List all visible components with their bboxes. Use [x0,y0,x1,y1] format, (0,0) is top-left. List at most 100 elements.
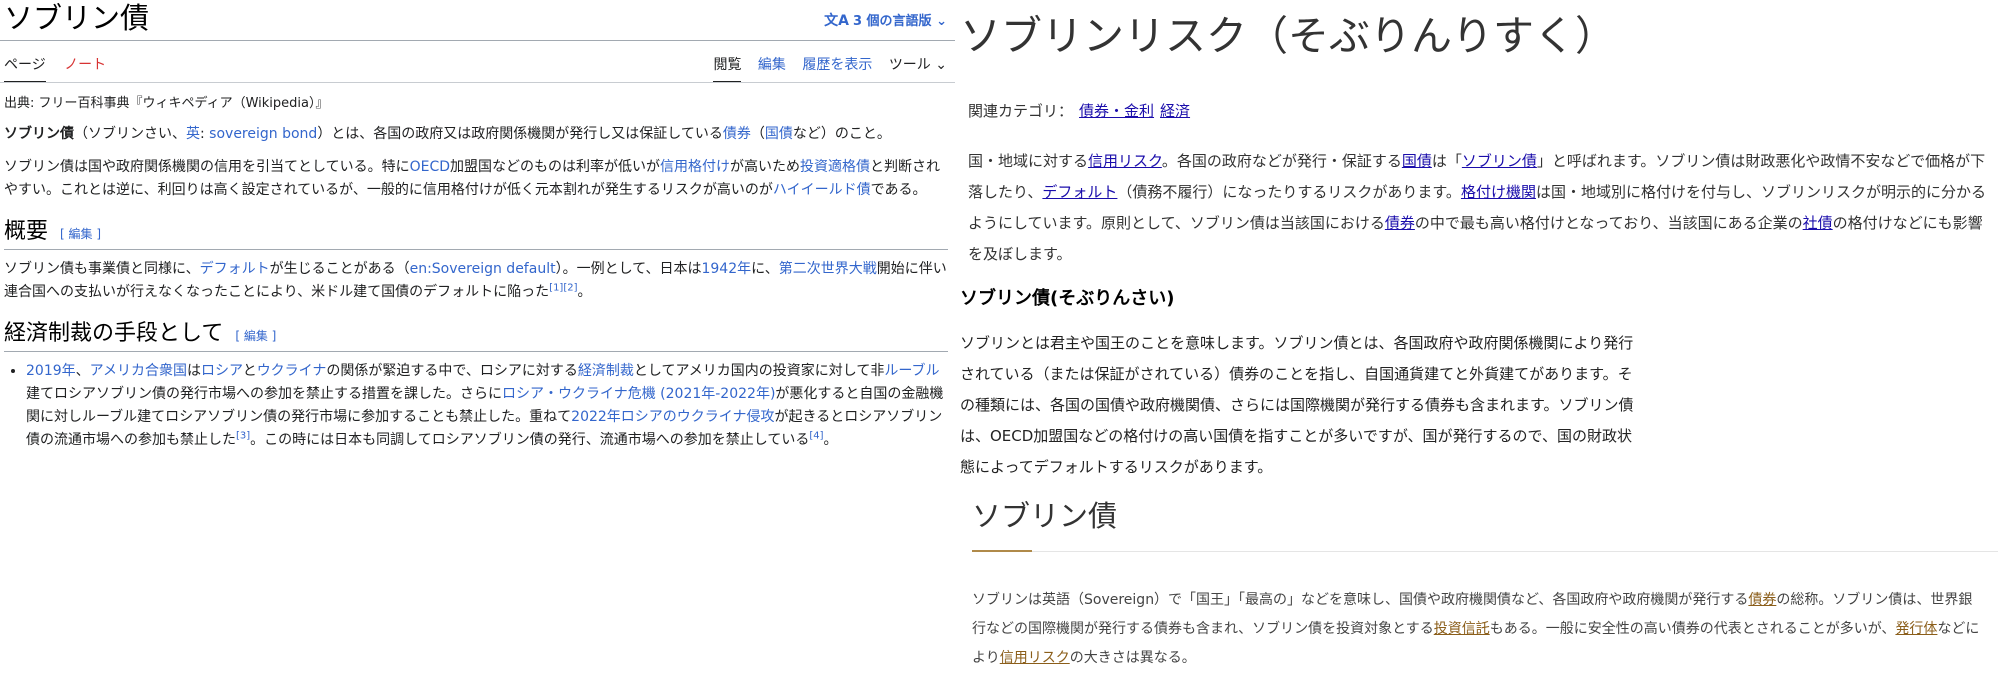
tab-read[interactable]: 閲覧 [713,54,742,83]
edit-link[interactable]: [ 編集 ] [235,329,276,343]
text: は [186,363,201,379]
link-1942[interactable]: 1942年 [701,261,751,277]
text: ソブリン債は国や政府関係機関の信用を引当てとしている。特に [4,159,410,175]
category-link-bonds[interactable]: 債券・金利 [1079,102,1154,120]
translate-icon: 文A [824,13,849,29]
intro-paragraph-2: ソブリン債は国や政府関係機関の信用を引当てとしている。特にOECD加盟国などのも… [4,156,948,202]
source-line: 出典: フリー百科事典『ウィキペディア（Wikipedia）』 [4,96,329,111]
tab-history[interactable]: 履歴を表示 [802,54,872,81]
bold-term: ソブリン債 [4,126,74,142]
chevron-down-icon: ⌄ [936,14,947,29]
link-bond[interactable]: 債券 [1748,592,1776,608]
wiki-panel: ソブリン債 文A 3 個の言語版 ⌄ ページ ノート 閲覧 編集 履歴を表示 ツー… [0,0,955,677]
reference-link[interactable]: [3] [236,430,250,441]
link-ukraine[interactable]: ウクライナ [257,363,327,379]
glossary-paragraph-3: ソブリンは英語（Sovereign）で「国王」「最高の」などを意味し、国債や政府… [972,586,1982,673]
heading-text: 概要 [4,219,49,244]
reference-link[interactable]: [1][2] [549,282,577,293]
link-rating-agency[interactable]: 格付け機関 [1461,183,1536,201]
sanctions-list: 2019年、アメリカ合衆国はロシアとウクライナの関係が緊迫する中で、ロシアに対す… [4,360,948,452]
text: （債務不履行）になったりするリスクがあります。 [1117,183,1461,201]
text: （ソブリンさい、 [74,126,186,142]
link-2019[interactable]: 2019年 [26,363,76,379]
text: （ [750,126,765,142]
tab-page[interactable]: ページ [4,54,46,83]
reference-link[interactable]: [4] [809,430,823,441]
text: : [200,126,210,142]
category-line: 関連カテゴリ： 債券・金利 経済 [968,100,1190,121]
section-heading-sanctions: 経済制裁の手段として [ 編集 ] [4,322,948,352]
language-label: 3 個の言語版 [852,14,932,29]
link-credit-risk[interactable]: 信用リスク [1088,152,1162,170]
text: の中で最も高い格付けとなっており、当該国にある企業の [1414,214,1803,232]
link-corporate-bond[interactable]: 社債 [1803,214,1833,232]
text: もある。一般に安全性の高い債券の代表とされることが多いが、 [1489,621,1896,637]
link-sanctions[interactable]: 経済制裁 [578,363,634,379]
overview-paragraph: ソブリン債も事業債と同様に、デフォルトが生じることがある（en:Sovereig… [4,258,948,304]
link-default[interactable]: デフォルト [200,261,270,277]
article-body: 出典: フリー百科事典『ウィキペディア（Wikipedia）』 ソブリン債（ソブ… [4,92,948,452]
title-divider [0,40,955,41]
text: の関係が緊迫する中で、ロシアに対する [326,363,578,379]
text: ）とは、各国の政府又は政府関係機関が発行し又は保証している [317,126,723,142]
link-invasion[interactable]: 2022年ロシアのウクライナ侵攻 [571,409,774,425]
heading-accent [972,550,1032,552]
link-investment-trust[interactable]: 投資信託 [1434,621,1490,637]
link-credit-risk[interactable]: 信用リスク [1000,650,1070,666]
heading-divider [972,551,1998,552]
edit-link[interactable]: [ 編集 ] [60,227,101,241]
tab-talk[interactable]: ノート [64,54,106,81]
link-oecd[interactable]: OECD [410,159,450,175]
text: 、 [75,363,90,379]
text: に、 [751,261,779,277]
link-government-bond[interactable]: 国債 [1402,152,1432,170]
section-heading-overview: 概要 [ 編集 ] [4,220,948,250]
text: としてアメリカ国内の投資家に対して非 [633,363,885,379]
category-label: 関連カテゴリ： [968,102,1074,120]
text: 。各国の政府などが発行・保証する [1161,152,1402,170]
glossary-panel: ソブリンリスク（そぶりんりすく） 関連カテゴリ： 債券・金利 経済 国・地域に対する… [958,0,1998,677]
page-title: ソブリン債 [4,1,150,35]
category-link-economy[interactable]: 経済 [1160,102,1190,120]
link-english[interactable]: 英 [186,126,200,142]
tab-edit[interactable]: 編集 [758,54,786,81]
glossary-paragraph-2: ソブリンとは君主や国王のことを意味します。ソブリン債とは、各国政府や政府関係機関… [960,334,1634,476]
link-default[interactable]: デフォルト [1042,183,1117,201]
text: 。この時には日本も同調してロシアソブリン債の発行、流通市場への参加を禁止している [250,432,810,448]
link-sovereign-default[interactable]: en:Sovereign default [410,261,556,277]
link-russia[interactable]: ロシア [201,363,243,379]
link-credit-rating[interactable]: 信用格付け [660,159,730,175]
text: が生じることがある（ [269,261,410,277]
link-crisis[interactable]: ロシア・ウクライナ危機 (2021年-2022年) [502,386,775,402]
tab-tools[interactable]: ツール ⌄ [889,54,947,81]
text: 。 [823,432,838,448]
heading-text: 経済制裁の手段として [4,321,224,346]
chevron-down-icon: ⌄ [935,57,947,73]
language-button[interactable]: 文A 3 個の言語版 ⌄ [824,10,947,30]
link-sovereign-bond[interactable]: ソブリン債 [1462,152,1537,170]
text: ソブリンは英語（Sovereign）で「国王」「最高の」などを意味し、国債や政府… [972,592,1749,608]
text: の大きさは異なる。 [1069,650,1196,666]
subheading-sovereign-bond: ソブリン債(そぶりんさい) [960,288,1175,309]
link-issuer[interactable]: 発行体 [1895,621,1937,637]
glossary-title: ソブリンリスク（そぶりんりすく） [960,12,1616,60]
link-bond[interactable]: 債券 [723,126,751,142]
link-government-bond[interactable]: 国債 [765,126,793,142]
link-ww2[interactable]: 第二次世界大戦 [779,261,877,277]
view-tabs: 閲覧 編集 履歴を表示 ツール ⌄ [701,54,947,83]
text: 建てロシアソブリン債の発行市場への参加を禁止する措置を課した。さらに [26,386,502,402]
link-high-yield[interactable]: ハイイールド債 [773,182,871,198]
link-usa[interactable]: アメリカ合衆国 [90,363,187,379]
tabs-divider [0,82,955,83]
list-item: 2019年、アメリカ合衆国はロシアとウクライナの関係が緊迫する中で、ロシアに対す… [26,360,948,452]
link-bond[interactable]: 債券 [1385,214,1415,232]
link-sovereign-bond[interactable]: sovereign bond [209,126,317,142]
text: 国・地域に対する [968,152,1089,170]
text: である。 [870,182,927,198]
text: が高いため [730,159,801,175]
text: は「 [1431,152,1462,170]
link-ruble[interactable]: ルーブル [884,363,939,379]
link-investment-grade[interactable]: 投資適格債 [800,159,870,175]
text: 加盟国などのものは利率が低いが [450,159,661,175]
text: など）のこと。 [792,126,891,142]
